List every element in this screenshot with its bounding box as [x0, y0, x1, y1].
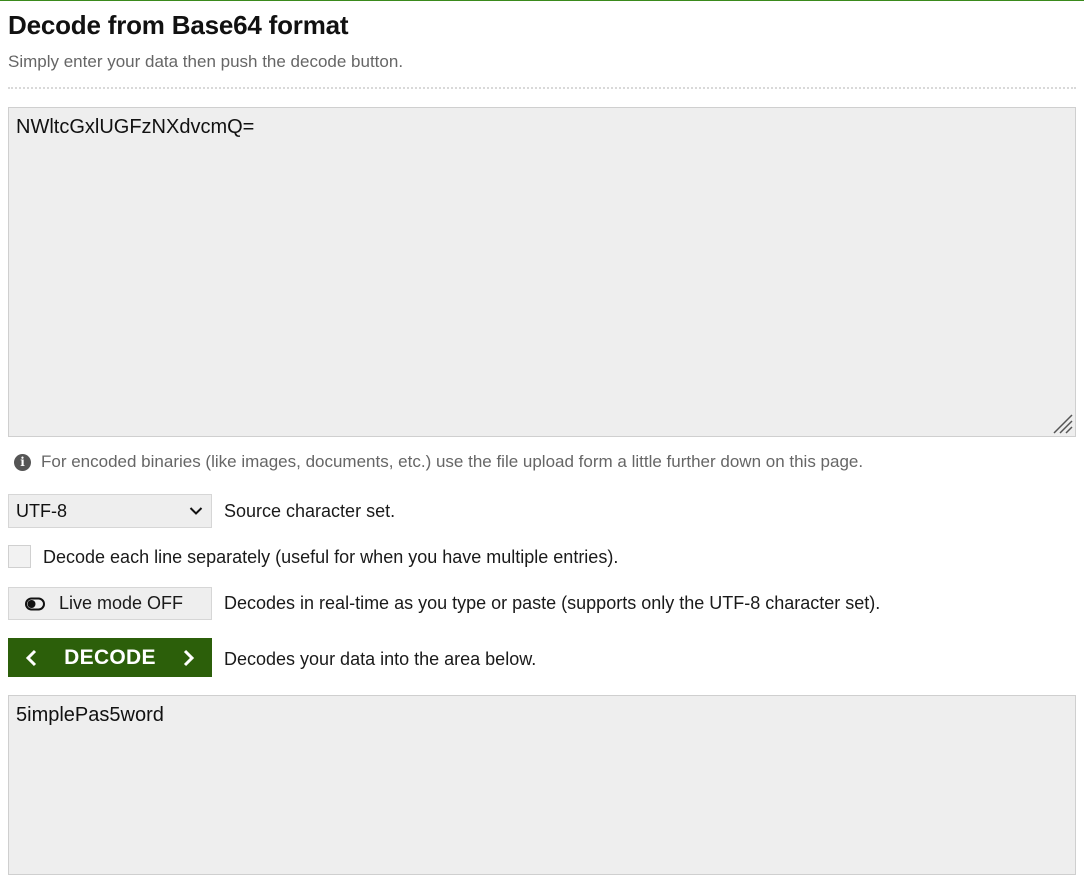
- decode-each-line-checkbox[interactable]: [8, 545, 31, 568]
- top-accent-line: [0, 0, 1084, 1]
- base64-input-textarea[interactable]: NWltcGxlUGFzNXdvcmQ=: [8, 107, 1076, 437]
- live-mode-toggle-button[interactable]: Live mode OFF: [8, 587, 212, 620]
- chevron-left-icon: [26, 649, 37, 666]
- decode-button-label: DECODE: [64, 645, 156, 669]
- resize-grip-icon[interactable]: [1051, 412, 1073, 434]
- decode-button[interactable]: DECODE: [8, 638, 212, 677]
- live-mode-label: Live mode OFF: [59, 593, 184, 613]
- decoded-output-textarea[interactable]: 5implePas5word: [8, 695, 1076, 875]
- charset-label: Source character set.: [224, 501, 396, 521]
- input-text: NWltcGxlUGFzNXdvcmQ=: [16, 116, 255, 138]
- chevron-right-icon: [183, 649, 194, 666]
- decode-each-line-label: Decode each line separately (useful for …: [43, 547, 619, 567]
- file-upload-note: i For encoded binaries (like images, doc…: [14, 452, 863, 472]
- toggle-off-icon: [25, 597, 45, 610]
- page-title: Decode from Base64 format: [8, 10, 349, 40]
- file-upload-note-text: For encoded binaries (like images, docum…: [41, 452, 864, 471]
- info-icon: i: [14, 453, 31, 471]
- live-mode-description: Decodes in real-time as you type or past…: [224, 593, 881, 613]
- dotted-divider: [8, 87, 1076, 89]
- charset-select[interactable]: UTF-8: [8, 494, 212, 528]
- decode-description: Decodes your data into the area below.: [224, 649, 537, 669]
- chevron-down-icon: [189, 507, 203, 515]
- page-subtitle: Simply enter your data then push the dec…: [8, 52, 404, 71]
- charset-selected-value: UTF-8: [16, 501, 67, 521]
- output-text: 5implePas5word: [16, 704, 164, 726]
